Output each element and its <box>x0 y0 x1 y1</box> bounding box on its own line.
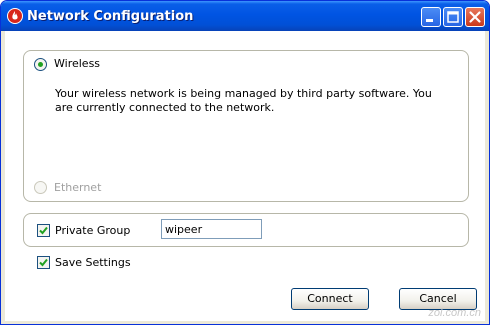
close-button[interactable] <box>465 7 485 27</box>
checkmark-icon <box>39 258 48 267</box>
dialog-body: Wireless Your wireless network is being … <box>5 31 485 321</box>
ethernet-label[interactable]: Ethernet <box>54 181 101 194</box>
maximize-icon <box>447 11 459 23</box>
checkmark-icon <box>39 226 48 235</box>
flame-logo-icon[interactable] <box>7 8 23 24</box>
wireless-status-message: Your wireless network is being managed b… <box>55 87 432 114</box>
private-group-input[interactable]: wipeer <box>161 219 262 239</box>
close-icon <box>469 11 481 23</box>
watermark: zol.com.cn <box>428 307 481 319</box>
minimize-button[interactable] <box>421 7 441 27</box>
save-settings-checkbox[interactable] <box>37 256 50 269</box>
minimize-icon <box>426 19 433 22</box>
connect-button[interactable]: Connect <box>291 288 369 310</box>
wireless-radio[interactable] <box>34 58 47 71</box>
network-configuration-window: Network Configuration Wireless Your wire… <box>0 0 490 325</box>
window-title: Network Configuration <box>27 9 194 24</box>
ethernet-radio[interactable] <box>34 181 47 194</box>
save-settings-label[interactable]: Save Settings <box>55 256 131 269</box>
title-bar[interactable]: Network Configuration <box>1 1 489 31</box>
private-group-label[interactable]: Private Group <box>55 224 130 237</box>
maximize-button[interactable] <box>443 7 463 27</box>
private-group-checkbox[interactable] <box>37 224 50 237</box>
wireless-label[interactable]: Wireless <box>54 57 100 70</box>
connection-group: Wireless Your wireless network is being … <box>23 50 469 202</box>
